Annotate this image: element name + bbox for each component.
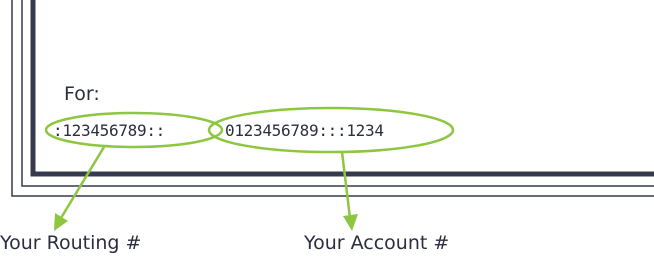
check-middle-border	[21, 0, 654, 187]
check-outer-border	[11, 0, 654, 197]
account-arrow-head	[343, 214, 358, 231]
account-callout-label: Your Account #	[304, 232, 450, 254]
account-arrow-line	[340, 151, 352, 219]
routing-arrow-line	[59, 146, 106, 219]
routing-number: :123456789::	[53, 121, 165, 140]
routing-callout-label: Your Routing #	[0, 232, 142, 254]
account-number: 0123456789:::1234	[225, 121, 384, 140]
for-label: For:	[64, 83, 100, 105]
